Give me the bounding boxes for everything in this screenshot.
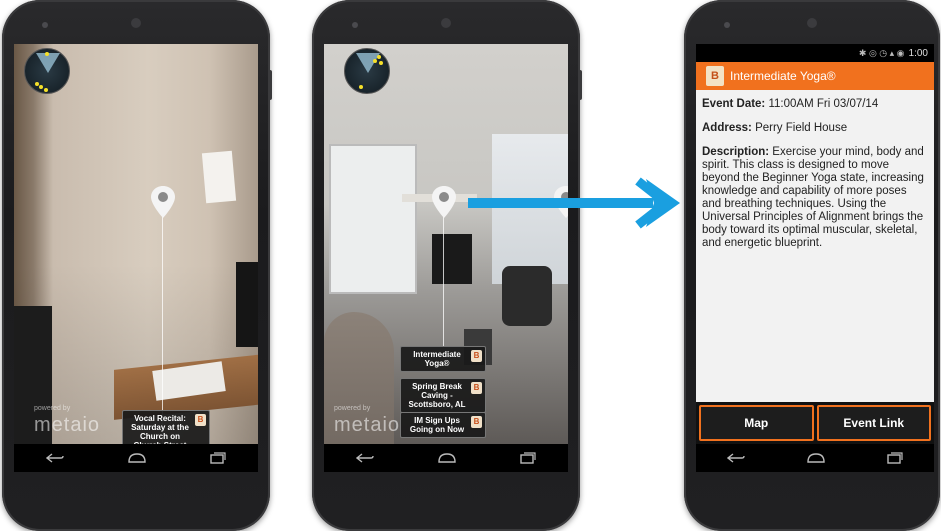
university-logo-icon: B	[195, 414, 206, 426]
status-bar: ✱ ◎ ◷ ▴ ◉ 1:00	[696, 44, 934, 62]
poi-label: IM Sign Ups Going on Now	[409, 416, 465, 434]
metaio-brand: metaio	[334, 414, 401, 436]
whiteboard	[329, 144, 417, 294]
wall-note	[201, 150, 237, 204]
poi-card-intermediate-yoga[interactable]: Intermediate Yoga® B	[400, 346, 486, 372]
earpiece	[807, 18, 817, 28]
volume-button	[268, 70, 272, 100]
event-date-value: 11:00AM Fri 03/07/14	[768, 98, 879, 110]
location-pin-icon[interactable]	[151, 186, 175, 218]
action-bar: B Intermediate Yoga®	[696, 62, 934, 90]
metaio-watermark: powered by metaio	[34, 405, 101, 437]
office-chair	[502, 266, 552, 326]
phone-2: powered by metaio Intermediate Yoga® B S…	[312, 0, 582, 531]
nav-bar	[14, 444, 258, 472]
recent-apps-icon[interactable]	[210, 452, 226, 464]
description: Description: Exercise your mind, body an…	[702, 146, 928, 250]
nav-bar	[324, 444, 568, 472]
university-logo-icon: B	[471, 416, 482, 428]
address: Address: Perry Field House	[702, 122, 928, 135]
event-detail-screen: ✱ ◎ ◷ ▴ ◉ 1:00 B Intermediate Yoga® Even…	[696, 44, 934, 472]
powered-by-label: powered by	[34, 405, 71, 412]
poi-card-im-sign-ups[interactable]: IM Sign Ups Going on Now B	[400, 412, 486, 438]
metaio-brand: metaio	[34, 414, 101, 436]
address-label: Address:	[702, 122, 752, 134]
poi-label: Spring Break Caving - Scottsboro, AL	[408, 382, 466, 409]
university-logo-icon: B	[471, 350, 482, 362]
radar-icon	[344, 48, 390, 94]
earpiece	[441, 18, 451, 28]
location-pin-icon[interactable]	[432, 186, 456, 218]
radar-icon	[24, 48, 70, 94]
phone-3: ✱ ◎ ◷ ▴ ◉ 1:00 B Intermediate Yoga® Even…	[684, 0, 940, 531]
arrow-right-icon	[468, 177, 680, 229]
powered-by-label: powered by	[334, 405, 371, 412]
recent-apps-icon[interactable]	[887, 452, 903, 464]
camera-view: powered by metaio Vocal Recital: Saturda…	[14, 44, 258, 456]
description-label: Description:	[702, 146, 770, 158]
back-icon[interactable]	[726, 453, 745, 463]
monitor	[236, 262, 258, 347]
monitor	[432, 234, 472, 284]
recent-apps-icon[interactable]	[520, 452, 536, 464]
ar-screen-1[interactable]: powered by metaio Vocal Recital: Saturda…	[14, 44, 258, 472]
home-icon[interactable]	[437, 452, 457, 464]
home-icon[interactable]	[806, 452, 826, 464]
poi-label: Intermediate Yoga®	[413, 350, 461, 368]
poi-card-spring-break-caving[interactable]: Spring Break Caving - Scottsboro, AL B	[400, 378, 486, 413]
address-value: Perry Field House	[755, 122, 848, 134]
event-date: Event Date: 11:00AM Fri 03/07/14	[702, 98, 928, 111]
event-details: Event Date: 11:00AM Fri 03/07/14 Address…	[696, 90, 934, 402]
volume-button	[578, 70, 582, 100]
back-icon[interactable]	[355, 453, 374, 463]
event-date-label: Event Date:	[702, 98, 766, 110]
event-link-button[interactable]: Event Link	[816, 405, 931, 441]
map-button[interactable]: Map	[699, 405, 814, 441]
status-time: 1:00	[908, 47, 928, 59]
nav-bar	[696, 444, 934, 472]
description-value: Exercise your mind, body and spirit. Thi…	[702, 146, 924, 249]
back-icon[interactable]	[45, 453, 64, 463]
metaio-watermark: powered by metaio	[334, 405, 401, 437]
status-icons: ✱ ◎ ◷ ▴ ◉	[858, 47, 905, 58]
earpiece	[131, 18, 141, 28]
front-camera	[724, 22, 730, 28]
front-camera	[352, 22, 358, 28]
pin-line	[443, 216, 444, 346]
page-title: Intermediate Yoga®	[730, 69, 836, 83]
action-buttons: Map Event Link	[696, 402, 934, 444]
front-camera	[42, 22, 48, 28]
app-logo-icon[interactable]: B	[706, 66, 724, 86]
university-logo-icon: B	[471, 382, 482, 394]
ar-screen-2[interactable]: powered by metaio Intermediate Yoga® B S…	[324, 44, 568, 472]
phone-1: powered by metaio Vocal Recital: Saturda…	[2, 0, 272, 531]
camera-view: powered by metaio Intermediate Yoga® B S…	[324, 44, 568, 472]
home-icon[interactable]	[127, 452, 147, 464]
